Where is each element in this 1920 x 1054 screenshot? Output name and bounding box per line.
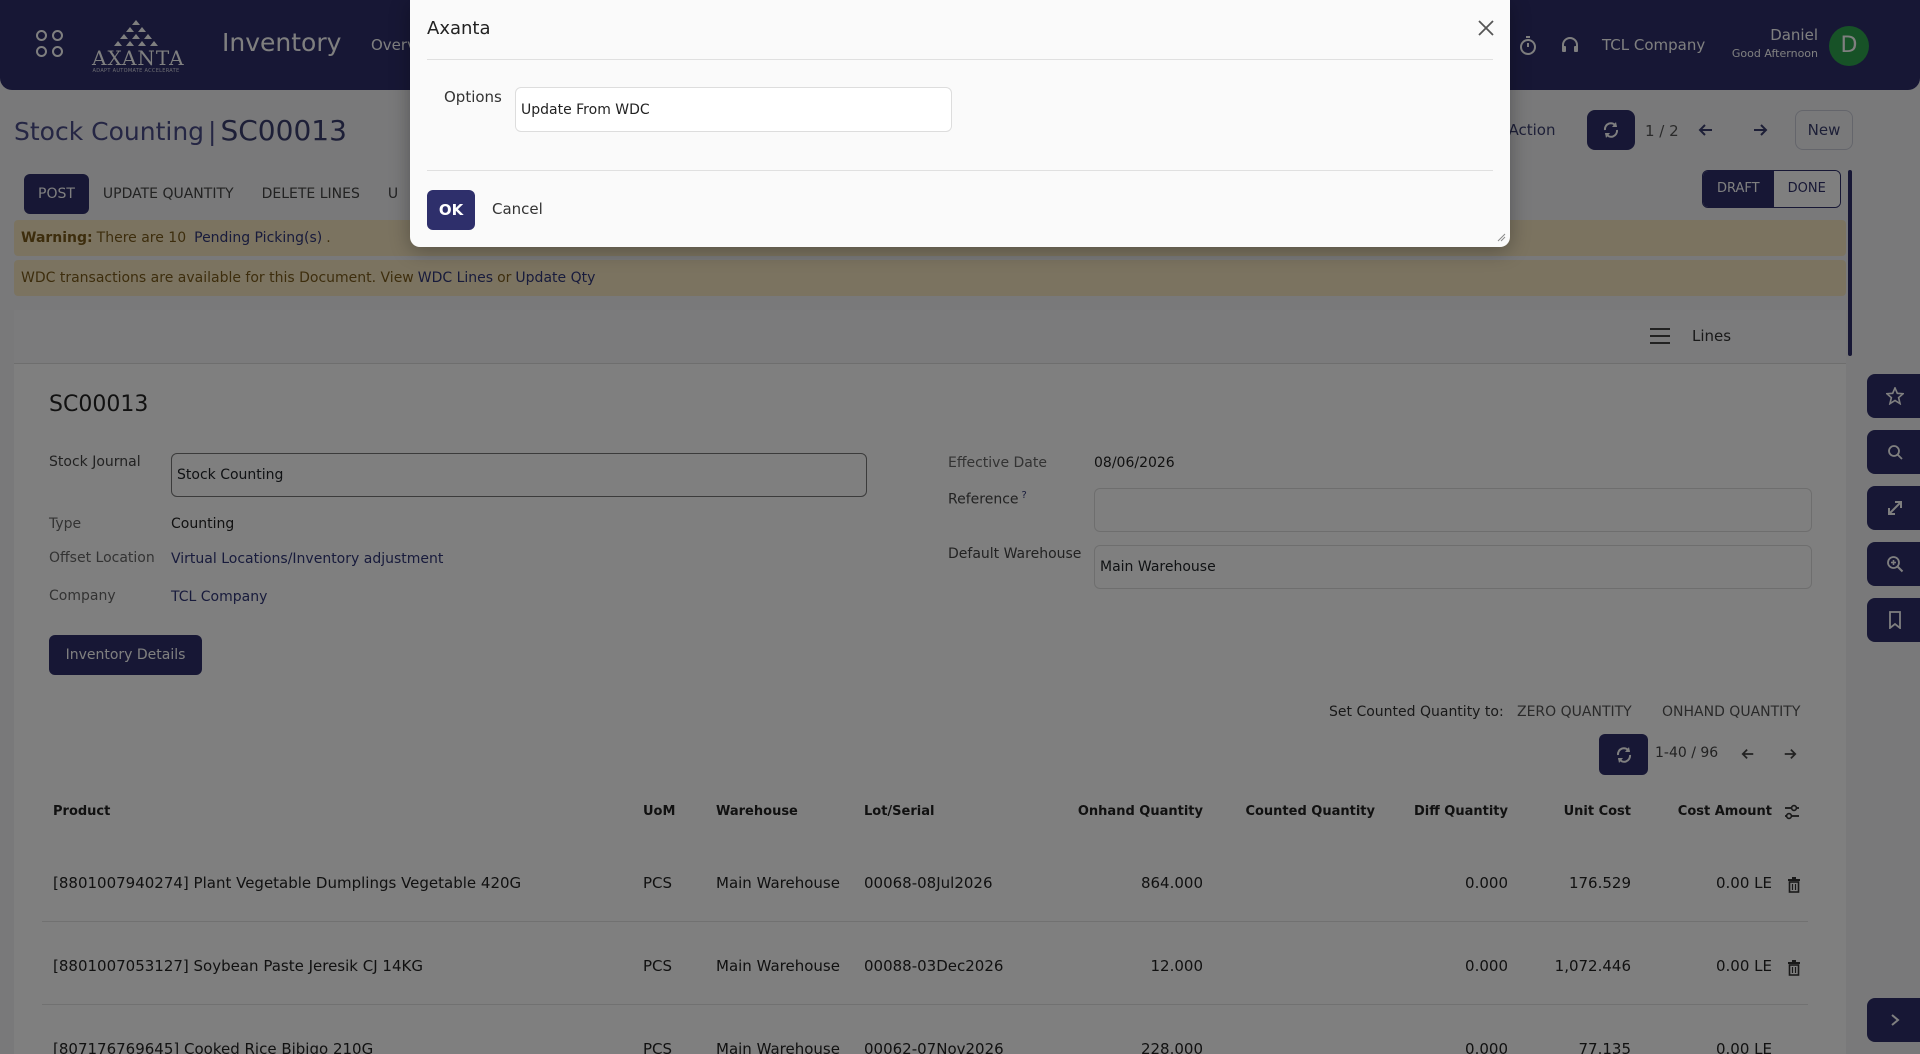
options-field[interactable]: Update From WDC xyxy=(515,87,952,132)
options-value: Update From WDC xyxy=(521,101,650,118)
resize-handle-icon[interactable] xyxy=(1496,232,1506,242)
dialog-divider xyxy=(427,59,1493,60)
options-dialog: Axanta Options Update From WDC OK Cancel xyxy=(410,0,1510,247)
close-icon[interactable] xyxy=(1476,18,1496,38)
ok-button[interactable]: OK xyxy=(427,190,475,230)
dialog-divider xyxy=(427,170,1493,171)
cancel-button[interactable]: Cancel xyxy=(492,200,543,218)
dialog-title: Axanta xyxy=(427,18,491,39)
options-label: Options xyxy=(444,88,502,106)
